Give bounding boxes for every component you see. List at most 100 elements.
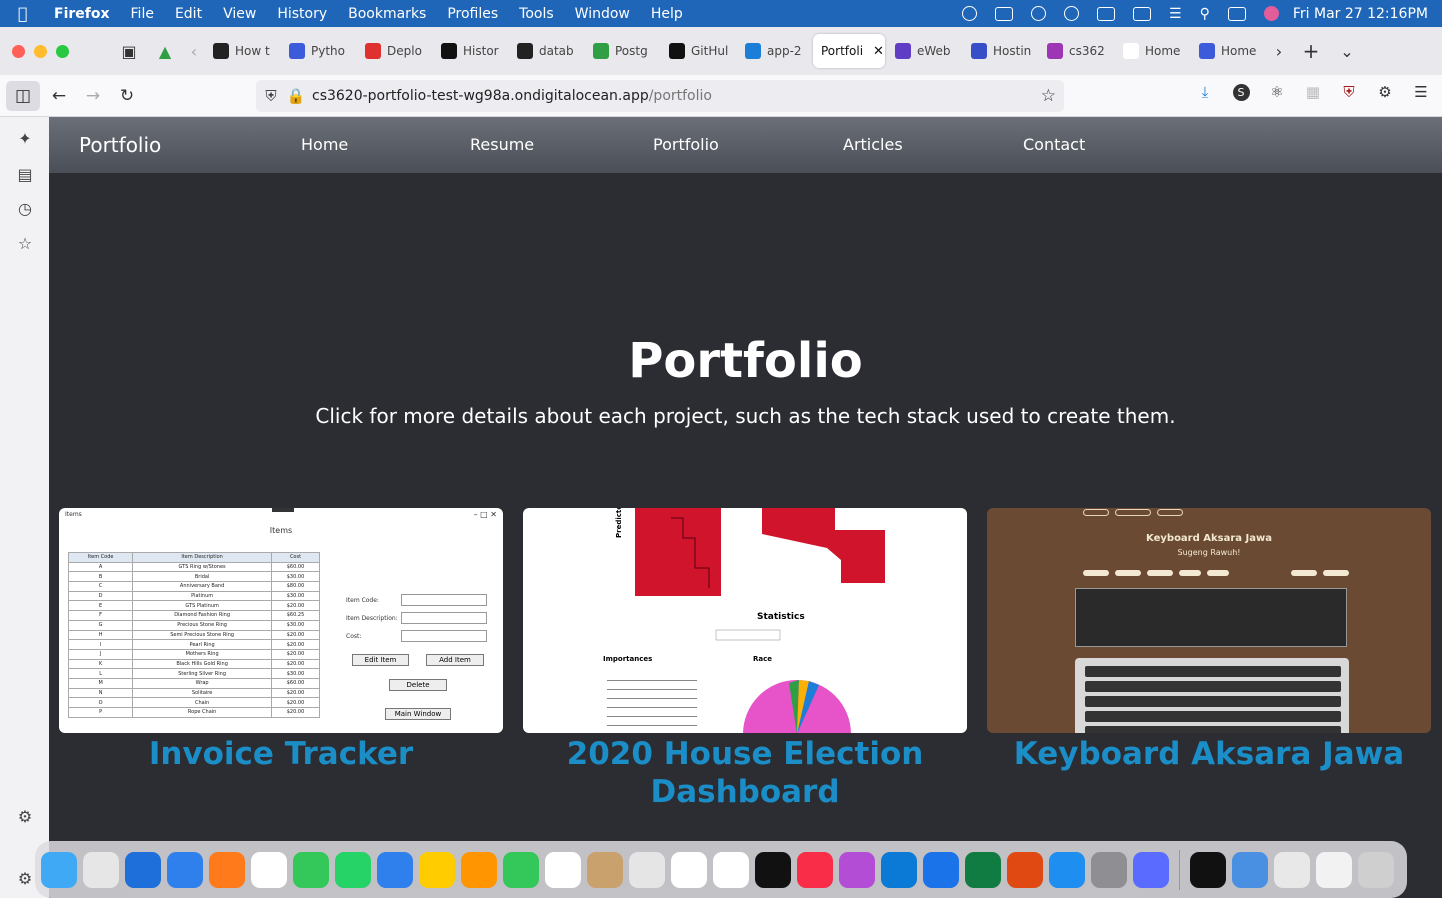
election-thumbnail[interactable]: Predicted Statistics Importances Race bbox=[523, 508, 967, 733]
dock-app-icon[interactable] bbox=[671, 851, 707, 888]
menu-history[interactable]: History bbox=[277, 6, 327, 22]
nav-contact[interactable]: Contact bbox=[1023, 135, 1085, 154]
app-menu-icon[interactable]: ☰ bbox=[1410, 81, 1432, 103]
project-card-election[interactable]: Predicted Statistics Importances Race 20… bbox=[523, 508, 967, 811]
menu-help[interactable]: Help bbox=[651, 6, 683, 22]
ai-chatbot-icon[interactable]: ✦ bbox=[14, 127, 36, 149]
tab-1[interactable]: Pytho bbox=[281, 34, 355, 68]
list-all-tabs-icon[interactable]: ⌄ bbox=[1329, 36, 1365, 66]
nav-resume[interactable]: Resume bbox=[470, 135, 534, 154]
tab-12[interactable]: Home bbox=[1115, 34, 1189, 68]
bookmarks-icon[interactable]: ☆ bbox=[14, 232, 36, 254]
dock-app-icon[interactable] bbox=[1091, 851, 1127, 888]
menu-edit[interactable]: Edit bbox=[175, 6, 202, 22]
spotlight-search-icon[interactable]: ⚲ bbox=[1200, 6, 1210, 22]
extensions-icon[interactable]: ⚛ bbox=[1266, 81, 1288, 103]
play-icon[interactable] bbox=[1064, 6, 1080, 21]
tab-3[interactable]: Histor bbox=[433, 34, 507, 68]
dock-app-icon[interactable] bbox=[545, 851, 581, 888]
project-title-invoice[interactable]: Invoice Tracker bbox=[59, 735, 503, 773]
menu-view[interactable]: View bbox=[223, 6, 256, 22]
tab-13[interactable]: Home bbox=[1191, 34, 1265, 68]
dock-app-icon[interactable] bbox=[167, 851, 203, 888]
menu-window[interactable]: Window bbox=[575, 6, 630, 22]
forward-icon[interactable]: → bbox=[76, 81, 110, 111]
customize-sidebar-icon[interactable]: ⚙ bbox=[14, 805, 36, 827]
project-title-election[interactable]: 2020 House Election Dashboard bbox=[523, 735, 967, 811]
dock-app-icon[interactable] bbox=[1316, 851, 1352, 888]
project-card-invoice[interactable]: Items – □ ✕ Items Item Code Item Descript… bbox=[59, 508, 503, 773]
menubar-clock[interactable]: Fri Mar 27 12:16PM bbox=[1293, 6, 1428, 22]
dock-app-icon[interactable] bbox=[41, 851, 77, 888]
zoom-window-button[interactable] bbox=[56, 44, 69, 58]
project-card-keyboard[interactable]: Keyboard Aksara Jawa Sugeng Rawuh! Keybo… bbox=[987, 508, 1431, 773]
dock-app-icon[interactable] bbox=[1274, 851, 1310, 888]
extension-grid-icon[interactable]: ▦ bbox=[1302, 81, 1324, 103]
dock-app-icon[interactable] bbox=[503, 851, 539, 888]
tab-9[interactable]: eWeb bbox=[887, 34, 961, 68]
nav-articles[interactable]: Articles bbox=[843, 135, 903, 154]
dock-app-icon[interactable] bbox=[1049, 851, 1085, 888]
dock-app-icon[interactable] bbox=[377, 851, 413, 888]
tab-5[interactable]: Postg bbox=[585, 34, 659, 68]
tab-8[interactable]: Portfoli ✕ bbox=[813, 34, 885, 68]
nav-portfolio[interactable]: Portfolio bbox=[653, 135, 719, 154]
invoice-thumbnail[interactable]: Items – □ ✕ Items Item Code Item Descript… bbox=[59, 508, 503, 733]
menu-tools[interactable]: Tools bbox=[519, 6, 554, 22]
dock-app-icon[interactable] bbox=[1133, 851, 1169, 888]
project-title-keyboard[interactable]: Keyboard Aksara Jawa bbox=[987, 735, 1431, 773]
menu-profiles[interactable]: Profiles bbox=[447, 6, 498, 22]
wifi-icon[interactable]: ☰ bbox=[1169, 6, 1182, 22]
close-window-button[interactable] bbox=[12, 44, 25, 58]
dock-app-icon[interactable] bbox=[1232, 851, 1268, 888]
downloads-icon[interactable]: ⤓ bbox=[1194, 81, 1216, 103]
account-avatar[interactable]: S bbox=[1230, 81, 1252, 103]
reload-icon[interactable]: ↻ bbox=[110, 81, 144, 111]
tab-6[interactable]: GitHul bbox=[661, 34, 735, 68]
dock-app-icon[interactable] bbox=[335, 851, 371, 888]
tab-scroll-right-icon[interactable]: › bbox=[1265, 36, 1293, 66]
input-source-icon[interactable] bbox=[1097, 6, 1116, 21]
extension-robot-icon[interactable]: ⚙ bbox=[1374, 81, 1396, 103]
dock-app-icon[interactable] bbox=[209, 851, 245, 888]
nav-home[interactable]: Home bbox=[301, 135, 348, 154]
tab-11[interactable]: cs362 bbox=[1039, 34, 1113, 68]
tab-0[interactable]: How t bbox=[205, 34, 279, 68]
shield-icon[interactable]: ⛨ bbox=[256, 87, 286, 105]
dock-app-icon[interactable] bbox=[881, 851, 917, 888]
tab-overview-icon[interactable]: ▣ bbox=[111, 36, 147, 66]
dock-app-icon[interactable] bbox=[587, 851, 623, 888]
synced-tabs-icon[interactable]: ▤ bbox=[14, 163, 36, 185]
tab-2[interactable]: Deplo bbox=[357, 34, 431, 68]
control-center-icon[interactable] bbox=[1227, 6, 1246, 21]
minimize-window-button[interactable] bbox=[34, 44, 47, 58]
apple-icon[interactable]:  bbox=[18, 4, 36, 23]
dock-app-icon[interactable] bbox=[125, 851, 161, 888]
siri-icon[interactable] bbox=[1263, 6, 1279, 21]
settings-gear-icon[interactable]: ⚙ bbox=[14, 867, 36, 889]
url-bar[interactable]: ⛨ 🔒 cs3620-portfolio-test-wg98a.ondigita… bbox=[256, 80, 1064, 112]
tab-7[interactable]: app-2 bbox=[737, 34, 811, 68]
dock-app-icon[interactable] bbox=[1007, 851, 1043, 888]
tab-4[interactable]: datab bbox=[509, 34, 583, 68]
dock-app-icon[interactable] bbox=[797, 851, 833, 888]
close-tab-icon[interactable]: ✕ bbox=[873, 44, 884, 59]
dock-app-icon[interactable] bbox=[629, 851, 665, 888]
dock-app-icon[interactable] bbox=[1190, 851, 1226, 888]
menu-app-name[interactable]: Firefox bbox=[54, 6, 110, 22]
status-icon-2[interactable] bbox=[1031, 6, 1047, 21]
dock-app-icon[interactable] bbox=[1358, 851, 1394, 888]
sidebar-toggle-icon[interactable]: ◫ bbox=[6, 80, 40, 111]
history-icon[interactable]: ◷ bbox=[14, 197, 36, 219]
dock-app-icon[interactable] bbox=[83, 851, 119, 888]
dock-app-icon[interactable] bbox=[839, 851, 875, 888]
back-icon[interactable]: ← bbox=[42, 81, 76, 111]
dock-app-icon[interactable] bbox=[755, 851, 791, 888]
ublock-icon[interactable]: ⛨ bbox=[1338, 81, 1360, 103]
tab-10[interactable]: Hostin bbox=[963, 34, 1037, 68]
pinned-tab-icon[interactable]: ▲ bbox=[147, 36, 183, 66]
screen-icon[interactable] bbox=[995, 6, 1014, 21]
battery-icon[interactable] bbox=[1133, 6, 1152, 21]
dock-app-icon[interactable] bbox=[923, 851, 959, 888]
menu-bookmarks[interactable]: Bookmarks bbox=[348, 6, 426, 22]
